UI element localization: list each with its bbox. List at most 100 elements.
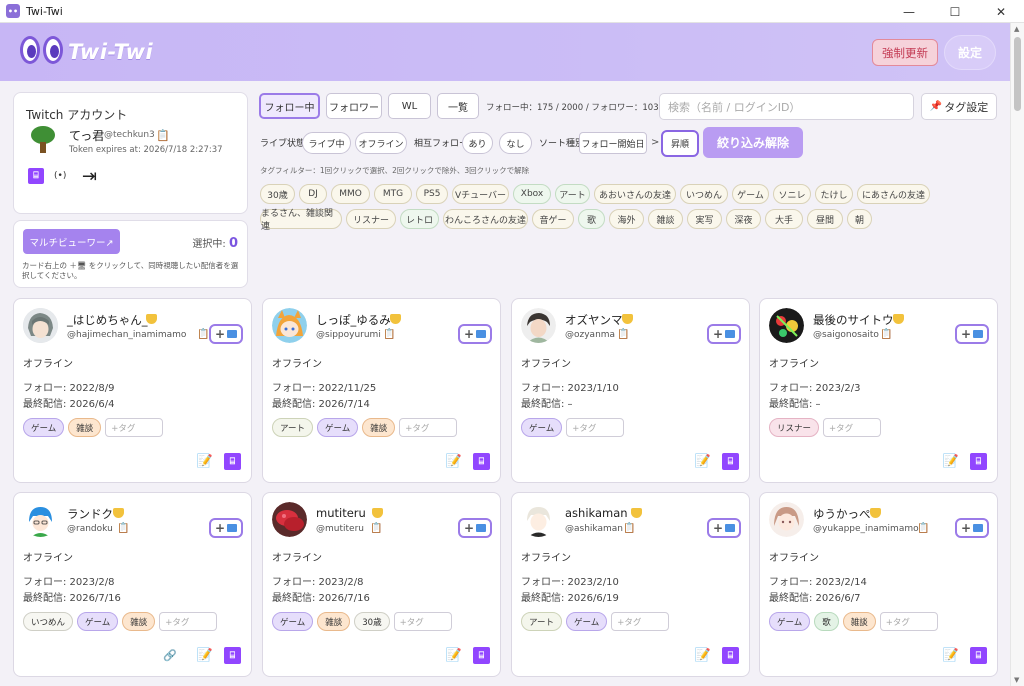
edit-note-icon[interactable]: 📝 <box>197 454 213 469</box>
copy-icon[interactable]: 📋 <box>117 523 129 534</box>
tag-filter-item[interactable]: Xbox <box>513 184 551 204</box>
card-tag[interactable]: 雑談 <box>317 612 351 631</box>
add-multiview-button[interactable]: + <box>209 518 243 538</box>
tag-filter-item[interactable]: ゲーム <box>732 184 769 204</box>
card-tag[interactable]: アート <box>521 612 562 631</box>
add-tag-input[interactable]: +タグ <box>159 612 218 631</box>
tag-filter-item[interactable]: 雑談 <box>648 209 683 229</box>
add-tag-input[interactable]: +タグ <box>823 418 882 437</box>
tag-filter-item[interactable]: 歌 <box>578 209 605 229</box>
tag-filter-item[interactable]: 昼間 <box>807 209 843 229</box>
card-tag[interactable]: 歌 <box>814 612 839 631</box>
sort-order-button[interactable]: 昇順 <box>661 130 699 157</box>
streamer-card[interactable]: ashikaman @ashikaman 📋 + オフライン フォロー: 202… <box>511 492 750 677</box>
tag-filter-item[interactable]: にあさんの友達 <box>857 184 930 204</box>
add-tag-input[interactable]: +タグ <box>566 418 625 437</box>
filter-live-button[interactable]: ライブ中 <box>302 132 351 154</box>
tag-filter-item[interactable]: MTG <box>374 184 412 204</box>
scrollbar[interactable]: ▲ ▼ <box>1010 23 1024 686</box>
multi-viewer-button[interactable]: マルチビューワー↗ <box>23 229 120 254</box>
scroll-up-icon[interactable]: ▲ <box>1014 25 1019 33</box>
minimize-button[interactable]: — <box>886 0 932 23</box>
tab-following[interactable]: フォロー中 <box>259 93 320 119</box>
card-tag[interactable]: ゲーム <box>23 418 65 437</box>
twitch-icon[interactable]: ⌸ <box>722 647 739 664</box>
tag-filter-item[interactable]: 音ゲー <box>532 209 574 229</box>
add-multiview-button[interactable]: + <box>458 324 492 344</box>
maximize-button[interactable]: ☐ <box>932 0 978 23</box>
tag-filter-item[interactable]: 朝 <box>847 209 872 229</box>
copy-icon[interactable]: 📋 <box>917 523 929 534</box>
card-tag[interactable]: ゲーム <box>769 612 811 631</box>
scrollbar-thumb[interactable] <box>1014 37 1021 111</box>
twitch-icon[interactable]: ⌸ <box>224 647 241 664</box>
sort-select[interactable]: フォロー開始日 <box>579 132 647 154</box>
edit-note-icon[interactable]: 📝 <box>446 648 462 663</box>
tag-filter-item[interactable]: PS5 <box>416 184 448 204</box>
card-tag[interactable]: 雑談 <box>122 612 156 631</box>
tab-followers[interactable]: フォロワー <box>326 93 382 119</box>
tag-filter-item[interactable]: いつめん <box>680 184 728 204</box>
tag-filter-item[interactable]: 深夜 <box>726 209 761 229</box>
tag-filter-item[interactable]: 大手 <box>765 209 803 229</box>
streamer-card[interactable]: しっぽ_ゆるみ @sippoyurumi 📋 + オフライン フォロー: 202… <box>262 298 501 483</box>
card-tag[interactable]: ゲーム <box>77 612 119 631</box>
card-tag[interactable]: ゲーム <box>272 612 314 631</box>
streamer-card[interactable]: _はじめちゃん_ @hajimechan_inamimamo 📋 + オフライン… <box>13 298 252 483</box>
force-refresh-button[interactable]: 強制更新 <box>872 39 938 66</box>
settings-button[interactable]: 設定 <box>944 35 996 70</box>
copy-icon[interactable]: 📋 <box>370 523 382 534</box>
twitch-icon[interactable]: ⌸ <box>473 453 490 470</box>
tag-filter-item[interactable]: アート <box>555 184 590 204</box>
edit-note-icon[interactable]: 📝 <box>695 648 711 663</box>
clear-filters-button[interactable]: 絞り込み解除 <box>703 127 803 158</box>
add-multiview-button[interactable]: + <box>707 518 741 538</box>
twitch-icon[interactable]: ⌸ <box>224 453 241 470</box>
tag-filter-item[interactable]: わんころさんの友達 <box>443 209 528 229</box>
tag-filter-item[interactable]: あおいさんの友達 <box>594 184 676 204</box>
copy-icon[interactable]: 📋 <box>617 329 629 340</box>
copy-icon[interactable]: 📋 <box>383 329 395 340</box>
edit-note-icon[interactable]: 📝 <box>695 454 711 469</box>
add-tag-input[interactable]: +タグ <box>879 612 938 631</box>
add-multiview-button[interactable]: + <box>955 518 989 538</box>
card-tag[interactable]: 雑談 <box>842 612 876 631</box>
card-tag[interactable]: 雑談 <box>362 418 396 437</box>
streamer-card[interactable]: オズヤンマ @ozyanma 📋 + オフライン フォロー: 2023/1/10… <box>511 298 750 483</box>
tag-filter-item[interactable]: MMO <box>331 184 370 204</box>
add-tag-input[interactable]: +タグ <box>105 418 164 437</box>
tag-filter-item[interactable]: 30歳 <box>260 184 295 204</box>
twitch-icon[interactable]: ⌸ <box>970 453 987 470</box>
copy-icon[interactable]: 📋 <box>880 329 892 340</box>
twitch-icon[interactable]: ⌸ <box>28 168 44 184</box>
tab-wl[interactable]: WL <box>388 93 431 119</box>
add-tag-input[interactable]: +タグ <box>393 612 452 631</box>
filter-mutual-yes[interactable]: あり <box>462 132 493 154</box>
card-tag[interactable]: アート <box>272 418 313 437</box>
card-tag[interactable]: 30歳 <box>354 612 390 631</box>
tag-filter-item[interactable]: ソニレ <box>773 184 811 204</box>
scroll-down-icon[interactable]: ▼ <box>1014 676 1019 684</box>
twitch-icon[interactable]: ⌸ <box>473 647 490 664</box>
copy-icon[interactable]: 📋 <box>623 523 635 534</box>
tag-filter-item[interactable]: 実写 <box>687 209 722 229</box>
edit-note-icon[interactable]: 📝 <box>197 648 213 663</box>
card-tag[interactable]: ゲーム <box>317 418 359 437</box>
close-button[interactable]: ✕ <box>978 0 1024 23</box>
tag-settings-button[interactable]: 📌 タグ設定 <box>921 93 997 120</box>
tab-list[interactable]: 一覧 <box>437 93 479 119</box>
link-icon[interactable]: 🔗 <box>163 649 177 662</box>
card-tag[interactable]: ゲーム <box>521 418 563 437</box>
streamer-card[interactable]: 最後のサイトウ @saigonosaito 📋 + オフライン フォロー: 20… <box>759 298 998 483</box>
edit-note-icon[interactable]: 📝 <box>943 648 959 663</box>
add-tag-input[interactable]: +タグ <box>399 418 458 437</box>
add-multiview-button[interactable]: + <box>955 324 989 344</box>
add-multiview-button[interactable]: + <box>707 324 741 344</box>
copy-icon[interactable]: 📋 <box>197 329 209 340</box>
tag-filter-item[interactable]: 海外 <box>609 209 644 229</box>
tag-filter-item[interactable]: DJ <box>299 184 327 204</box>
edit-note-icon[interactable]: 📝 <box>943 454 959 469</box>
tag-filter-item[interactable]: たけし <box>815 184 853 204</box>
card-tag[interactable]: ゲーム <box>566 612 608 631</box>
card-tag[interactable]: 雑談 <box>68 418 102 437</box>
